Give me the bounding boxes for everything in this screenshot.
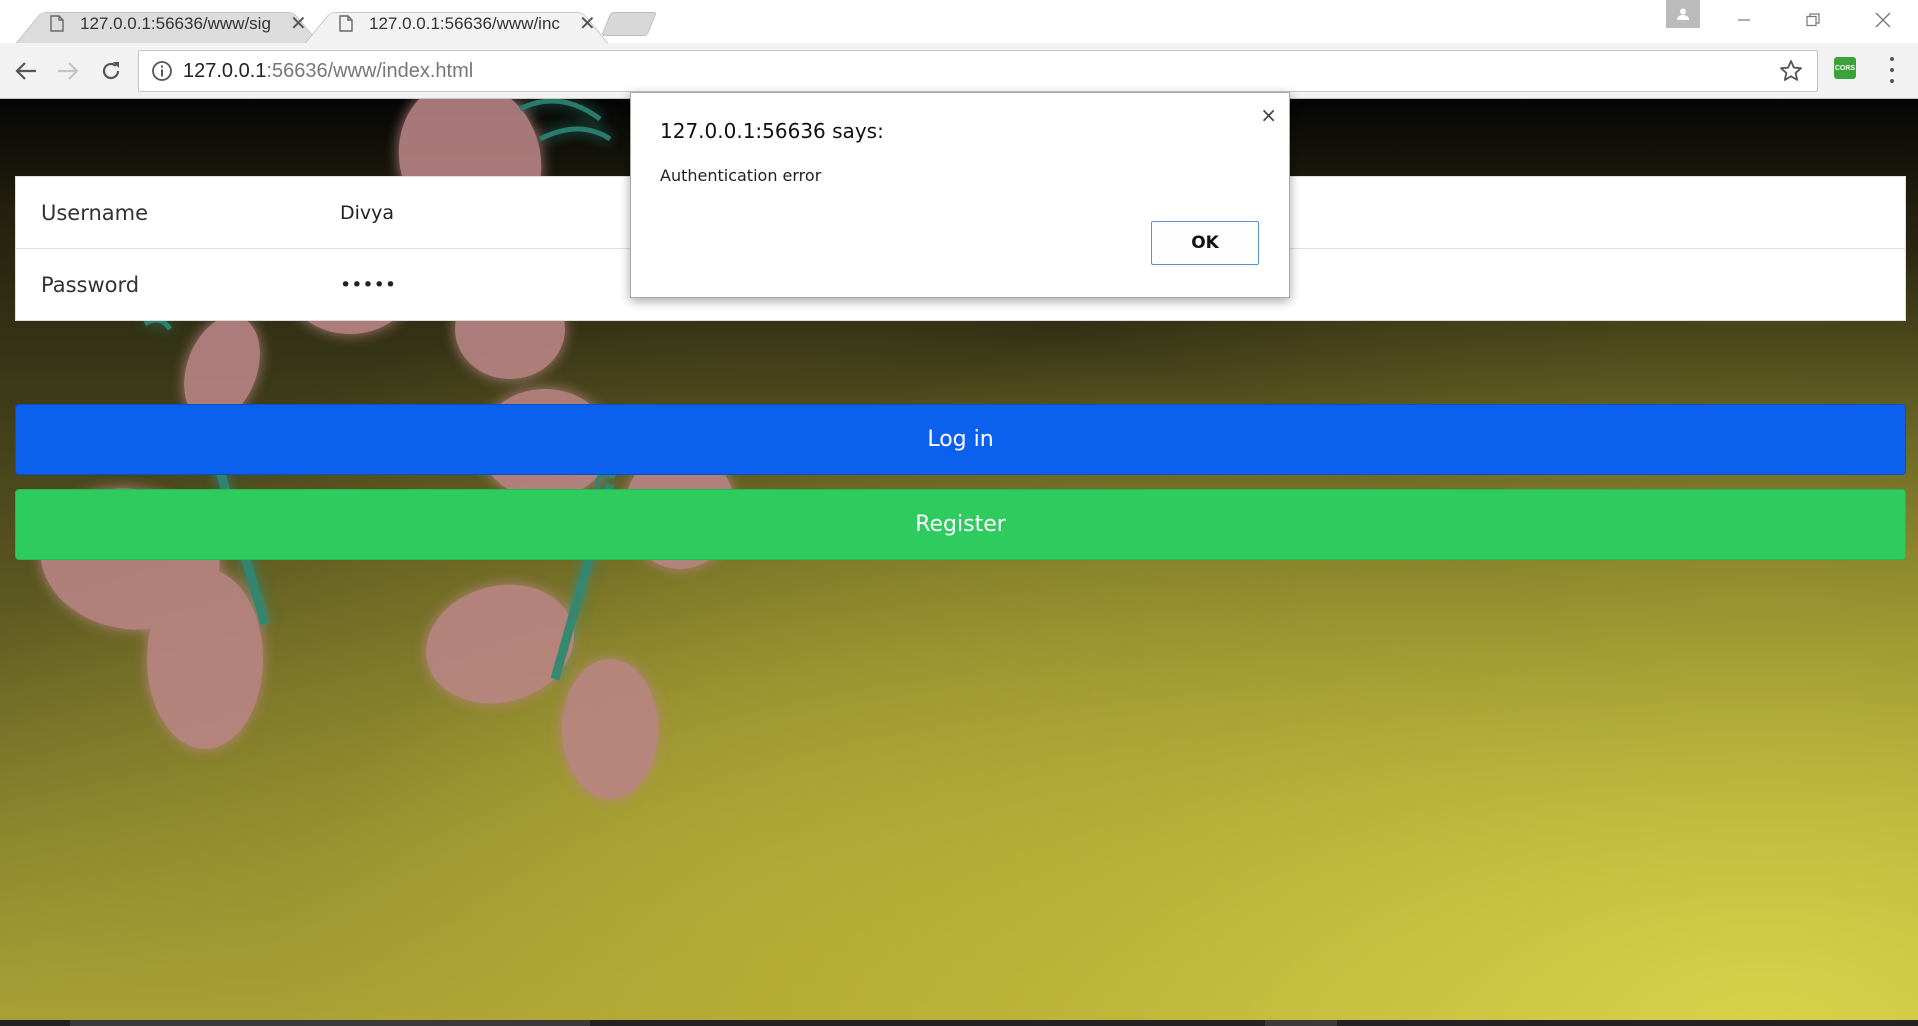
- dialog-title: 127.0.0.1:56636 says:: [660, 119, 884, 143]
- close-icon: [1875, 12, 1891, 28]
- register-button[interactable]: Register: [15, 489, 1906, 560]
- reload-button[interactable]: [95, 55, 127, 87]
- reload-icon: [102, 62, 120, 80]
- browser-toolbar: 127.0.0.1:56636/www/index.html CORS: [0, 43, 1918, 99]
- person-icon: [1677, 8, 1689, 20]
- minimize-icon: [1738, 19, 1750, 21]
- tab-title: 127.0.0.1:56636/www/sig: [80, 13, 271, 33]
- browser-tab[interactable]: 127.0.0.1:56636/www/sig ✕: [16, 4, 319, 43]
- browser-menu-button[interactable]: [1886, 57, 1898, 83]
- cors-extension-icon[interactable]: CORS: [1834, 57, 1856, 79]
- close-tab-icon[interactable]: ✕: [579, 11, 596, 36]
- tab-title: 127.0.0.1:56636/www/inc: [369, 13, 560, 33]
- forward-button[interactable]: [52, 55, 84, 87]
- address-text[interactable]: 127.0.0.1:56636/www/index.html: [183, 60, 473, 83]
- browser-tab-active[interactable]: 127.0.0.1:56636/www/inc ✕: [305, 4, 608, 43]
- address-host: 127.0.0.1: [183, 60, 267, 82]
- close-window-button[interactable]: [1859, 2, 1907, 38]
- info-icon[interactable]: [151, 60, 173, 82]
- minimize-button[interactable]: [1720, 2, 1768, 38]
- username-label: Username: [41, 200, 149, 225]
- password-label: Password: [41, 272, 140, 297]
- bottom-edge: [0, 1020, 1918, 1026]
- profile-button[interactable]: [1666, 0, 1700, 28]
- arrow-left-icon: [15, 62, 36, 80]
- bookmark-star-icon[interactable]: [1779, 59, 1803, 83]
- alert-dialog: 127.0.0.1:56636 says: × Authentication e…: [630, 92, 1290, 298]
- login-button[interactable]: Log in: [15, 404, 1906, 475]
- close-tab-icon[interactable]: ✕: [290, 11, 307, 36]
- dialog-close-icon[interactable]: ×: [1260, 103, 1277, 127]
- address-bar[interactable]: 127.0.0.1:56636/www/index.html: [138, 50, 1818, 92]
- restore-button[interactable]: [1789, 2, 1837, 38]
- back-button[interactable]: [10, 55, 42, 87]
- dialog-message: Authentication error: [660, 166, 822, 185]
- browser-tabstrip: 127.0.0.1:56636/www/sig ✕ 127.0.0.1:5663…: [0, 0, 1918, 43]
- page-icon: [339, 15, 353, 32]
- page-icon: [50, 15, 64, 32]
- arrow-right-icon: [58, 62, 79, 80]
- new-tab-button[interactable]: [601, 12, 657, 36]
- address-path: :56636/www/index.html: [266, 60, 474, 82]
- restore-icon: [1806, 13, 1820, 27]
- ok-button[interactable]: OK: [1151, 221, 1259, 265]
